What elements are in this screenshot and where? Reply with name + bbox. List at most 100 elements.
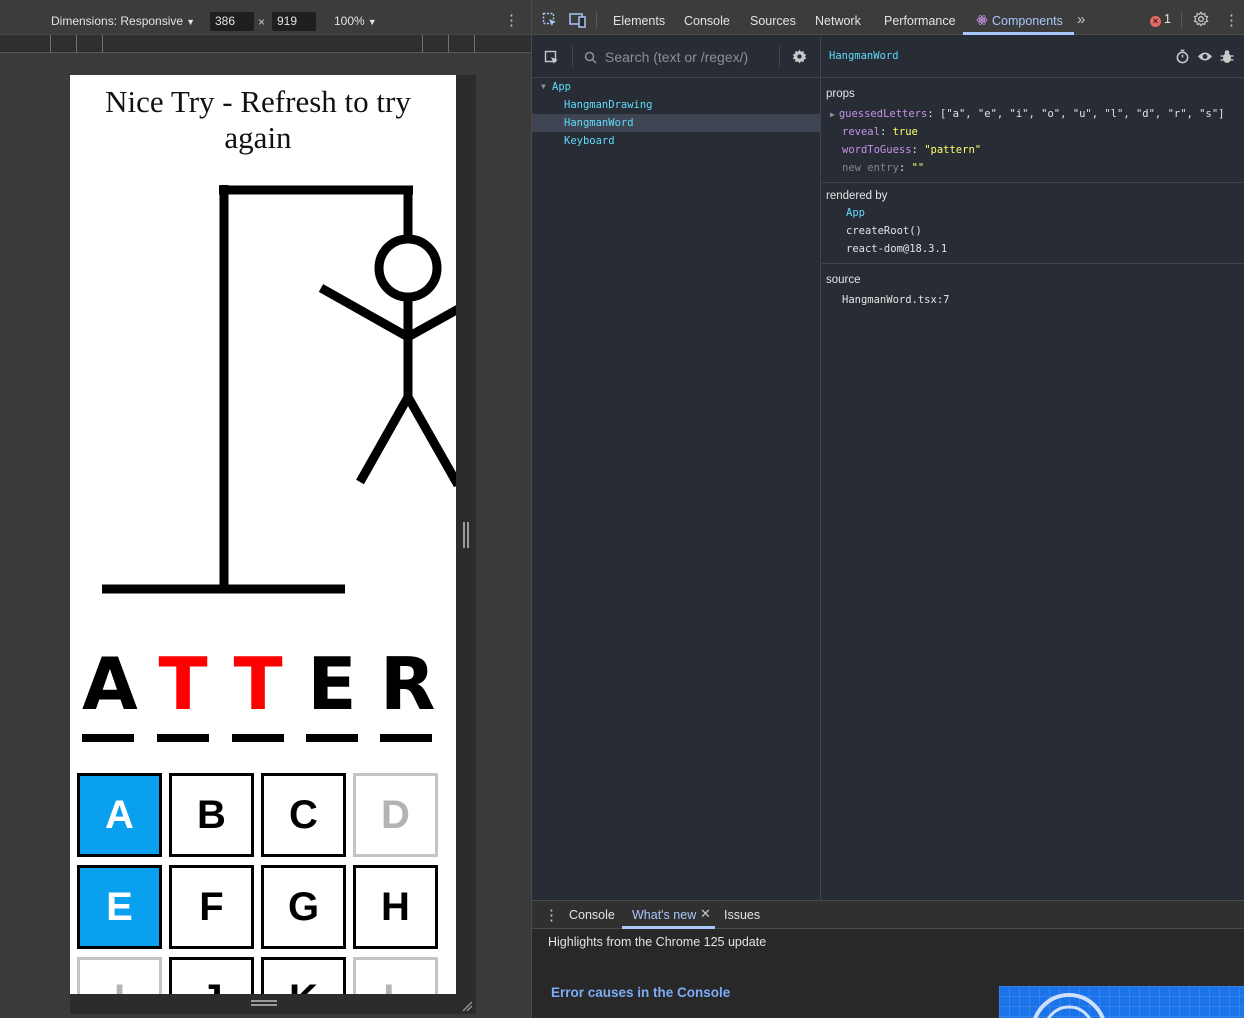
hangman-right-arm bbox=[405, 305, 456, 341]
drawer-menu-icon[interactable]: ⋮ bbox=[544, 906, 559, 924]
viewport-resize-handle-bottom[interactable] bbox=[70, 994, 476, 1014]
key-f[interactable]: F bbox=[169, 865, 254, 949]
hangman-right-leg bbox=[404, 394, 456, 488]
devtools-tabbar: Elements Console Sources Network Perform… bbox=[532, 0, 1244, 35]
error-count-badge[interactable]: × 1 bbox=[1150, 12, 1171, 27]
word-letter: E bbox=[306, 648, 358, 742]
caret-down-icon: ▼ bbox=[367, 17, 377, 27]
app-page: Nice Try - Refresh to try again A T T E … bbox=[70, 75, 456, 994]
settings-gear-icon[interactable] bbox=[792, 49, 807, 64]
tab-sources[interactable]: Sources bbox=[750, 14, 796, 28]
expand-caret-icon[interactable]: ▼ bbox=[541, 78, 546, 96]
letter-underline bbox=[82, 734, 134, 742]
select-component-icon[interactable] bbox=[544, 50, 560, 66]
feature-link-error-causes[interactable]: Error causes in the Console bbox=[551, 985, 730, 1000]
error-icon: × bbox=[1150, 16, 1161, 27]
width-input[interactable]: 386 bbox=[210, 12, 254, 31]
letter-char: A bbox=[82, 642, 138, 726]
gear-icon[interactable] bbox=[1193, 11, 1209, 27]
prop-guessed-letters[interactable]: ▶ guessedLetters: ["a", "e", "i", "o", "u… bbox=[830, 108, 1224, 120]
key-c[interactable]: C bbox=[261, 773, 346, 857]
drawer-tab-whats-new[interactable]: What's new bbox=[632, 908, 696, 922]
rendered-by-create-root: createRoot() bbox=[846, 225, 922, 237]
devtools-panel: Elements Console Sources Network Perform… bbox=[531, 0, 1244, 1018]
bug-icon[interactable] bbox=[1220, 49, 1234, 64]
key-l[interactable]: L bbox=[353, 957, 438, 994]
word-letter: A bbox=[82, 642, 138, 742]
letter-char: R bbox=[380, 642, 436, 726]
inspector-header: HangmanWord bbox=[822, 36, 1244, 78]
close-icon[interactable]: ✕ bbox=[700, 906, 711, 922]
drawer-tab-console[interactable]: Console bbox=[569, 908, 615, 922]
prop-reveal[interactable]: reveal: true bbox=[842, 126, 918, 138]
tree-item-hangman-word[interactable]: HangmanWord bbox=[532, 114, 821, 132]
search-icon bbox=[584, 51, 597, 64]
key-a[interactable]: A bbox=[77, 773, 162, 857]
letter-underline bbox=[232, 734, 284, 742]
prop-word-to-guess[interactable]: wordToGuess: "pattern" bbox=[842, 144, 981, 156]
eye-icon[interactable] bbox=[1197, 50, 1213, 63]
caret-down-icon: ▼ bbox=[186, 17, 195, 27]
component-tree-panel: Search (text or /regex/) ▼ App HangmanDra… bbox=[532, 36, 821, 900]
tree-item-app[interactable]: ▼ App bbox=[532, 78, 821, 96]
devtools-drawer: ⋮ Console What's new ✕ Issues Highlights… bbox=[532, 900, 1244, 1018]
key-k[interactable]: K bbox=[261, 957, 346, 994]
tab-performance[interactable]: Performance bbox=[884, 14, 956, 28]
key-i[interactable]: I bbox=[77, 957, 162, 994]
dimensions-dropdown[interactable]: Dimensions: Responsive ▼ bbox=[51, 14, 195, 28]
more-options-icon[interactable]: ⋮ bbox=[504, 11, 519, 29]
device-toolbar-icon[interactable] bbox=[569, 12, 587, 28]
rendered-by-section-title: rendered by bbox=[826, 190, 888, 202]
key-d[interactable]: D bbox=[353, 773, 438, 857]
expand-arrow-icon[interactable]: ▶ bbox=[830, 110, 835, 119]
tree-item-keyboard[interactable]: Keyboard bbox=[532, 132, 821, 150]
source-section-title: source bbox=[826, 274, 861, 286]
zoom-dropdown[interactable]: 100% ▼ bbox=[334, 14, 377, 28]
drawer-tab-issues[interactable]: Issues bbox=[724, 908, 760, 922]
word-letter: T bbox=[157, 648, 209, 742]
component-search-input[interactable]: Search (text or /regex/) bbox=[605, 49, 748, 65]
word-letter: R bbox=[380, 642, 436, 742]
whats-new-highlights: Highlights from the Chrome 125 update bbox=[548, 935, 767, 949]
tab-console[interactable]: Console bbox=[684, 14, 730, 28]
letter-char: T bbox=[233, 642, 283, 726]
feature-promo-image bbox=[999, 986, 1244, 1018]
hangman-drawing bbox=[102, 185, 456, 594]
hangman-head bbox=[374, 234, 442, 302]
tree-item-hangman-drawing[interactable]: HangmanDrawing bbox=[532, 96, 821, 114]
hangman-word: A T T E R bbox=[82, 648, 456, 748]
react-icon bbox=[976, 15, 988, 25]
key-j[interactable]: J bbox=[169, 957, 254, 994]
media-query-ruler bbox=[0, 35, 531, 53]
resize-grip-icon bbox=[463, 522, 469, 548]
rendered-by-react-dom: react-dom@18.3.1 bbox=[846, 243, 948, 255]
inspect-element-icon[interactable] bbox=[542, 12, 558, 28]
component-search-bar: Search (text or /regex/) bbox=[532, 36, 821, 78]
key-h[interactable]: H bbox=[353, 865, 438, 949]
more-options-icon[interactable]: ⋮ bbox=[1224, 11, 1239, 29]
component-inspector-panel: HangmanWord props ▶ guessedLetters: ["a",… bbox=[822, 36, 1244, 900]
key-g[interactable]: G bbox=[261, 865, 346, 949]
selected-component-name: HangmanWord bbox=[829, 50, 899, 62]
device-toolbar: Dimensions: Responsive ▼ 386 × 919 100% ▼ … bbox=[0, 0, 531, 35]
prop-new-entry[interactable]: new entry: "" bbox=[842, 162, 924, 174]
letter-char: E bbox=[307, 642, 357, 726]
height-input[interactable]: 919 bbox=[272, 12, 316, 31]
letter-underline bbox=[157, 734, 209, 742]
more-tabs-icon[interactable]: » bbox=[1077, 11, 1085, 28]
tab-network[interactable]: Network bbox=[815, 14, 861, 28]
source-file-link[interactable]: HangmanWord.tsx:7 bbox=[842, 294, 949, 306]
word-letter: T bbox=[232, 648, 284, 742]
tab-components[interactable]: Components bbox=[976, 14, 1063, 28]
stopwatch-icon[interactable] bbox=[1175, 49, 1190, 64]
letter-char: T bbox=[158, 642, 208, 726]
key-b[interactable]: B bbox=[169, 773, 254, 857]
resize-grip-icon bbox=[251, 1000, 277, 1006]
rendered-by-app[interactable]: App bbox=[846, 207, 865, 219]
letter-underline bbox=[306, 734, 358, 742]
corner-resize-icon[interactable] bbox=[462, 1001, 472, 1011]
tab-elements[interactable]: Elements bbox=[613, 14, 665, 28]
key-e[interactable]: E bbox=[77, 865, 162, 949]
hangman-left-leg bbox=[356, 394, 412, 485]
viewport-resize-handle-right[interactable] bbox=[456, 75, 476, 994]
